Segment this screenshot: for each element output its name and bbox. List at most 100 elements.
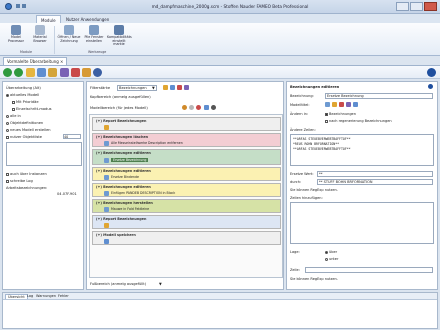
- step-icon: [104, 175, 109, 180]
- bezeichnung-label: Bezeichnung:: [290, 94, 314, 98]
- step-icon: [104, 158, 109, 163]
- window-settings-button[interactable]: Pile Fenster einstellen: [82, 25, 106, 43]
- close-button[interactable]: [424, 2, 437, 11]
- aendern-label: Ändern in:: [290, 112, 309, 116]
- app-logo-icon[interactable]: [5, 3, 12, 10]
- app-window: md_dampfmaschine_2000g.scm - Stoffen Nau…: [0, 0, 440, 330]
- objektliste-number: 40: [64, 135, 69, 139]
- move-step-icon[interactable]: [184, 85, 189, 90]
- tool-icon[interactable]: [71, 68, 80, 77]
- export-icon[interactable]: [82, 68, 91, 77]
- view-icon[interactable]: [353, 102, 358, 107]
- process-block[interactable]: (+) Bezeichnungen editieren Ersetze Binde…: [92, 167, 281, 181]
- tab-module[interactable]: Module: [36, 15, 61, 23]
- step-icon[interactable]: [14, 68, 23, 77]
- zeile-input[interactable]: [305, 267, 433, 273]
- step-icon: [104, 207, 109, 212]
- process-block[interactable]: (+) Bezeichnungen editieren Ersetze Bezei…: [92, 149, 281, 165]
- process-block[interactable]: (+) Report Bezeichnungen: [92, 215, 281, 229]
- pause-icon[interactable]: [189, 105, 194, 110]
- checkbox-instanzen[interactable]: auch über Instanzen: [6, 172, 47, 176]
- option-ueber[interactable]: über: [325, 250, 337, 254]
- revision-heading: Überarbeitung (Alt): [6, 86, 41, 90]
- filter-value: Bezeichnungen: [119, 86, 147, 90]
- fuss-label: Fußbereich (anmelg ausgefüllt): [90, 282, 147, 286]
- option-neues-modell[interactable]: neues Modell erstellen: [6, 128, 51, 132]
- ribbon: Model Processor Material Browser Öffnen …: [0, 23, 440, 56]
- folder-icon[interactable]: [332, 102, 337, 107]
- save-model-icon: [104, 239, 109, 244]
- list-icon[interactable]: [204, 105, 209, 110]
- save-file-icon[interactable]: [37, 68, 46, 77]
- process-block[interactable]: (+) Report Bezeichnungen: [92, 117, 281, 131]
- minimize-button[interactable]: [396, 2, 409, 11]
- run-icon[interactable]: [3, 68, 12, 77]
- option-aktuelles-modell[interactable]: aktuelles Modell: [6, 93, 39, 97]
- browser-icon: [35, 25, 45, 35]
- edit-step-icon[interactable]: [170, 85, 175, 90]
- record-icon[interactable]: [182, 105, 187, 110]
- durch-value: ** STUFF BOHN BRFORNATION: [319, 180, 373, 184]
- status-label: Arbeitsbezeichnungen:: [6, 186, 48, 190]
- tool-icon[interactable]: [339, 102, 344, 107]
- settings-icon[interactable]: [60, 68, 69, 77]
- objekt-list-box[interactable]: [6, 142, 82, 166]
- middle-panel: Filterstärke Bezeichnungen ▼ Kopfbereich…: [86, 81, 284, 290]
- main-toolbar: [0, 65, 440, 79]
- tab-nutzer-anwendungen[interactable]: Nutzer Anwendungen: [62, 15, 113, 23]
- option-objektdefinitionen[interactable]: Objektdefinitionen: [6, 121, 43, 125]
- folder-icon[interactable]: [26, 68, 35, 77]
- log-panel: Übersicht Log Warnungen Fehler: [2, 292, 438, 329]
- open-folder-icon[interactable]: [48, 68, 57, 77]
- chevron-down-icon[interactable]: ▼: [159, 282, 162, 286]
- ersetze-value: **: [319, 172, 323, 176]
- zeilen-box[interactable]: [290, 202, 434, 244]
- help-icon[interactable]: [428, 84, 433, 89]
- tab-fehler[interactable]: Fehler: [56, 294, 71, 298]
- save-icon[interactable]: [16, 4, 20, 8]
- document-tab[interactable]: Vormalelte Überarbeitung ×: [3, 57, 68, 65]
- info-icon[interactable]: [211, 105, 216, 110]
- zeilen-label: Zeilen hinzufügen:: [290, 196, 323, 200]
- option-einzelschritt[interactable]: Einzelschritt-modus: [12, 107, 52, 111]
- option-alle-in[interactable]: alle in: [6, 114, 21, 118]
- material-browser-button[interactable]: Material Browser: [28, 25, 52, 43]
- compatibility-button[interactable]: Kompatibilitäts einstellt markie: [107, 25, 132, 47]
- cog-icon: [11, 25, 21, 35]
- maximize-button[interactable]: [410, 2, 423, 11]
- checkbox-nach-regenerierung[interactable]: nach regenerierung Bezeichnungen: [325, 119, 392, 123]
- open-drawing-button[interactable]: Öffnen / Neue Zeichnung: [57, 25, 81, 43]
- ribbon-tabs: Module Nutzer Anwendungen: [0, 14, 440, 23]
- process-block[interactable]: (+) Bezeichnungen herstellen Mauwe in Fol…: [92, 199, 281, 213]
- zeile-label: Zeile:: [290, 268, 300, 272]
- filter-icon[interactable]: [325, 102, 330, 107]
- step-icon: [104, 191, 109, 196]
- option-unter[interactable]: unter: [325, 257, 338, 261]
- tab-warnungen[interactable]: Warnungen: [34, 294, 58, 298]
- option-nutzer-objektliste[interactable]: nutzer Objektliste: [6, 135, 42, 139]
- durch-label: durch:: [290, 180, 302, 184]
- aendere-zeilen-label: Ändere Zeilen:: [290, 128, 316, 132]
- model-processor-button[interactable]: Model Processor: [4, 25, 28, 43]
- ersetze-label: Ersetze Wert:: [290, 172, 314, 176]
- window-icon: [89, 25, 99, 35]
- delete-step-icon[interactable]: [177, 85, 182, 90]
- process-block[interactable]: (+) Modell speichern: [92, 231, 281, 245]
- lage-label: Lage:: [290, 250, 300, 254]
- add-step-icon[interactable]: [163, 85, 168, 90]
- bezeichnung-value: Ersetze Bezeichnung: [327, 94, 364, 98]
- stop-icon[interactable]: [196, 105, 201, 110]
- regexp-hint: Sie können RegExp nutzen.: [290, 188, 338, 192]
- window-title: md_dampfmaschine_2000g.scm - Stoffen Nau…: [151, 4, 309, 9]
- checkbox-log[interactable]: schreibe Log: [6, 179, 33, 183]
- settings-icon[interactable]: [346, 102, 351, 107]
- config-icon[interactable]: [93, 68, 102, 77]
- checkbox-bezeichnungen[interactable]: Bezeichnungen: [325, 112, 356, 116]
- process-block[interactable]: (+) Bezeichnungen löschen Alle Messeinste…: [92, 133, 281, 147]
- code-lines-box[interactable]: **ARFAS STEUEBVERWEBTBAFFTOF** *REUS ROH…: [290, 134, 434, 166]
- process-block[interactable]: (+) Bezeichnungen editieren Einfügen PAND…: [92, 183, 281, 197]
- undo-icon[interactable]: [22, 4, 26, 8]
- ersetze-input[interactable]: [317, 171, 433, 177]
- help-icon[interactable]: [427, 68, 436, 77]
- option-prioritaet[interactable]: Mit Prioridäe: [12, 100, 39, 104]
